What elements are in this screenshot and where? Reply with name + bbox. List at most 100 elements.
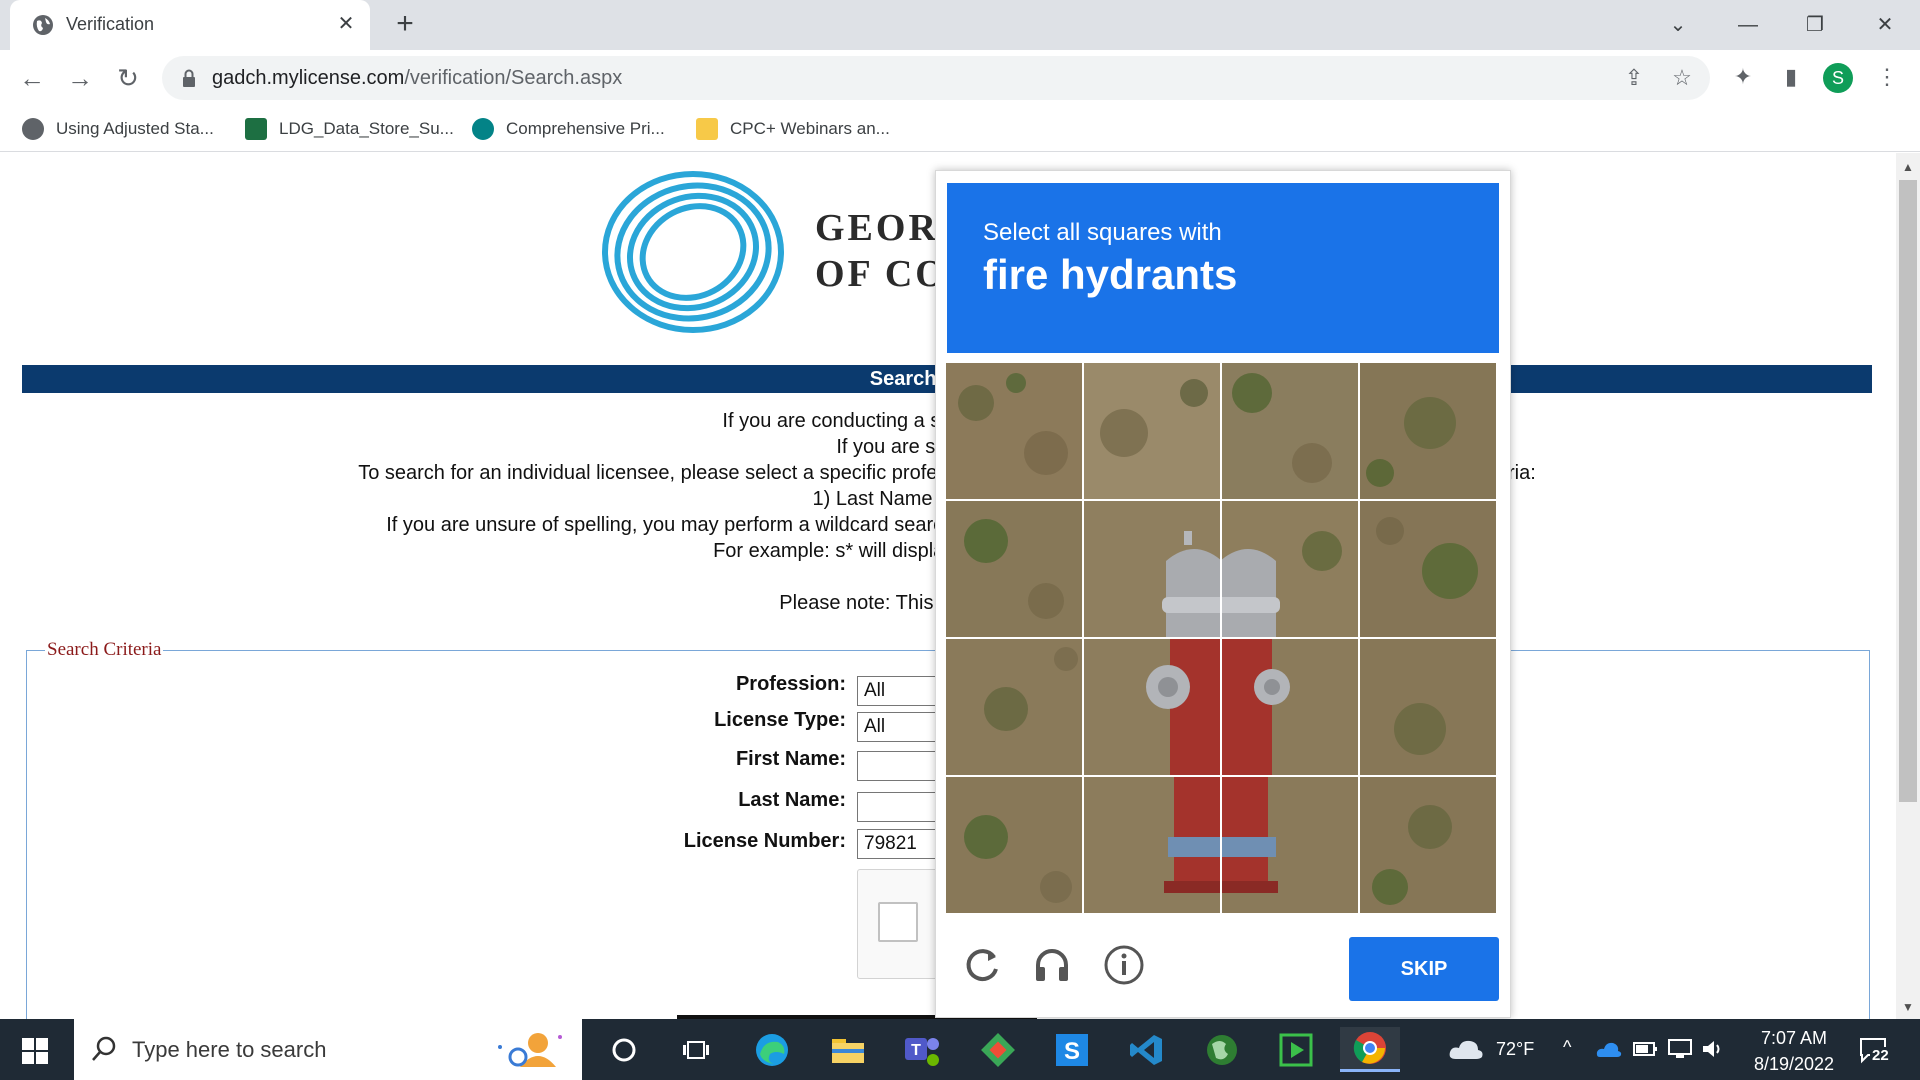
first-name-label: First Name: (735, 748, 846, 770)
info-icon[interactable] (1102, 943, 1146, 987)
cortana-icon[interactable] (594, 1027, 654, 1072)
grid-tile[interactable] (1084, 501, 1220, 637)
challenge-prompt: Select all squares with fire hydrants (947, 183, 1499, 353)
close-window-button[interactable]: ✕ (1870, 10, 1900, 40)
search-highlight-icon (498, 1033, 562, 1067)
grid-tile[interactable] (1084, 363, 1220, 499)
task-view-icon[interactable] (666, 1027, 726, 1072)
scroll-down-icon[interactable]: ▼ (1896, 995, 1920, 1019)
share-icon[interactable]: ⇪ (1622, 66, 1646, 90)
globe-icon (33, 15, 53, 35)
profile-avatar[interactable]: S (1823, 63, 1853, 93)
tab-title: Verification (66, 14, 155, 34)
bookmark-label: CPC+ Webinars an... (730, 119, 890, 138)
scrollbar-thumb[interactable] (1899, 180, 1917, 802)
browser-toolbar: ← → ↻ gadch.mylicense.com/verification/S… (0, 50, 1920, 104)
side-panel-icon[interactable]: ▮ (1776, 62, 1806, 92)
new-tab-button[interactable]: + (390, 9, 420, 40)
address-bar[interactable]: gadch.mylicense.com/verification/Search.… (162, 56, 1710, 100)
grid-tile[interactable] (1222, 363, 1358, 499)
grid-tile[interactable] (946, 363, 1082, 499)
grid-tile[interactable] (1360, 777, 1496, 913)
bookmark-label: Using Adjusted Sta... (56, 119, 214, 138)
browser-tab[interactable]: Verification ✕ (10, 0, 370, 50)
grid-tile[interactable] (1084, 777, 1220, 913)
media-player-icon[interactable] (1266, 1027, 1326, 1072)
notification-center-icon[interactable]: 22 (1858, 1035, 1891, 1065)
windows-start-icon[interactable] (20, 1036, 50, 1066)
system-clock[interactable]: 7:07 AM 8/19/2022 (1734, 1025, 1854, 1077)
restore-button[interactable]: ❐ (1800, 10, 1830, 40)
skip-button[interactable]: SKIP (1349, 937, 1499, 1001)
search-placeholder: Type here to search (132, 1037, 327, 1062)
weather-cloud-icon[interactable] (1448, 1037, 1484, 1061)
weather-temperature[interactable]: 72°F (1496, 1039, 1534, 1060)
excel-icon (245, 118, 267, 140)
bookmark-label: Comprehensive Pri... (506, 119, 665, 138)
git-app-icon[interactable] (968, 1027, 1028, 1072)
prompt-text: Select all squares with (983, 219, 1222, 246)
grid-tile[interactable] (946, 639, 1082, 775)
taskbar-search[interactable]: Type here to search (74, 1019, 582, 1080)
sharefile-icon[interactable]: S (1042, 1027, 1102, 1072)
vscode-icon[interactable] (1116, 1027, 1176, 1072)
lock-icon (183, 69, 195, 87)
bookmark-star-icon[interactable]: ☆ (1670, 66, 1694, 90)
bookmarks-bar: Using Adjusted Sta... LDG_Data_Store_Su.… (0, 104, 1920, 152)
prompt-target: fire hydrants (983, 251, 1238, 298)
last-name-label: Last Name: (738, 789, 846, 811)
menu-icon[interactable]: ⋮ (1872, 62, 1902, 92)
license-type-label: License Type: (714, 709, 846, 731)
bookmark-item[interactable]: Comprehensive Pri... (472, 116, 665, 142)
bookmark-item[interactable]: CPC+ Webinars an... (696, 116, 890, 142)
grid-tile[interactable] (1222, 777, 1358, 913)
image-grid (946, 363, 1498, 915)
folder-icon (696, 118, 718, 140)
fieldset-legend: Search Criteria (45, 639, 164, 661)
captcha-challenge: Select all squares with fire hydrants SK… (935, 170, 1511, 1018)
tray-overflow-icon[interactable]: ^ (1563, 1037, 1571, 1058)
url-text: gadch.mylicense.com/verification/Search.… (212, 67, 623, 89)
grid-tile[interactable] (1360, 639, 1496, 775)
svg-text:T: T (911, 1042, 921, 1059)
license-number-label: License Number: (683, 830, 846, 852)
edge-icon[interactable] (742, 1027, 802, 1072)
audio-challenge-icon[interactable] (1030, 943, 1074, 987)
bookmark-item[interactable]: LDG_Data_Store_Su... (245, 116, 454, 142)
network-icon[interactable] (1666, 1037, 1694, 1061)
volume-icon[interactable] (1700, 1037, 1726, 1061)
forward-button[interactable]: → (64, 62, 96, 94)
windows-taskbar: Type here to search T S 72°F ^ 7:07 AM 8… (0, 1019, 1920, 1080)
globe-icon (22, 118, 44, 140)
close-tab-icon[interactable]: ✕ (335, 13, 357, 35)
bookmark-label: LDG_Data_Store_Su... (279, 119, 454, 138)
svg-text:S: S (1064, 1038, 1080, 1065)
grid-tile[interactable] (1222, 501, 1358, 637)
bookmark-item[interactable]: Using Adjusted Sta... (22, 116, 214, 142)
scroll-up-icon[interactable]: ▲ (1896, 155, 1920, 179)
minimize-button[interactable]: — (1733, 10, 1763, 40)
chrome-icon[interactable] (1340, 1027, 1400, 1072)
tab-strip: Verification ✕ + ⌄ — ❐ ✕ (0, 0, 1920, 50)
file-explorer-icon[interactable] (818, 1027, 878, 1072)
grid-tile[interactable] (1360, 363, 1496, 499)
reload-button[interactable]: ↻ (112, 62, 144, 94)
back-button[interactable]: ← (16, 62, 48, 94)
globe-app-icon[interactable] (1192, 1027, 1252, 1072)
extensions-icon[interactable]: ✦ (1728, 62, 1758, 92)
onedrive-icon[interactable] (1596, 1039, 1622, 1059)
logo-icon (602, 171, 784, 333)
teams-icon[interactable]: T (892, 1027, 952, 1072)
captcha-checkbox[interactable] (878, 902, 918, 942)
grid-tile[interactable] (1360, 501, 1496, 637)
grid-tile[interactable] (1222, 639, 1358, 775)
grid-tile[interactable] (946, 777, 1082, 913)
grid-tile[interactable] (1084, 639, 1220, 775)
refresh-icon[interactable] (960, 943, 1004, 987)
battery-icon[interactable] (1632, 1037, 1658, 1061)
grid-tile[interactable] (946, 501, 1082, 637)
sharepoint-icon (472, 118, 494, 140)
notification-count: 22 (1870, 1047, 1891, 1064)
profession-label: Profession: (735, 673, 846, 695)
tab-search-icon[interactable]: ⌄ (1663, 10, 1693, 40)
